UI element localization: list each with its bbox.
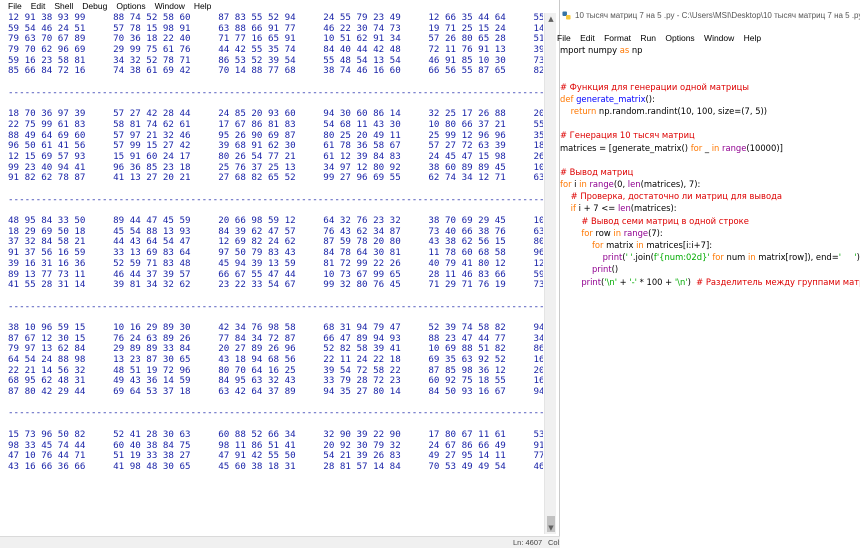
- output-line: 43 16 66 36 66 41 98 48 30 65 45 60 38 1…: [8, 460, 543, 472]
- separator-line: ----------------------------------------…: [8, 193, 543, 205]
- shell-window: File Edit Shell Debug Options Window Help 12 9…: [0, 0, 560, 548]
- shell-menu-window[interactable]: Window: [150, 0, 189, 13]
- separator-line: ----------------------------------------…: [8, 407, 543, 419]
- output-line: 87 80 42 29 44 69 64 53 37 18 63 42 64 3…: [8, 386, 543, 398]
- code-line: def generate_matrix():: [560, 93, 655, 104]
- shell-menu-options[interactable]: Options: [112, 0, 150, 13]
- scroll-up-arrow-icon[interactable]: ▲: [545, 13, 557, 25]
- shell-menu-file[interactable]: File: [0, 0, 26, 13]
- shell-menu-edit[interactable]: Edit: [26, 0, 50, 13]
- shell-menu-help[interactable]: Help: [189, 0, 215, 13]
- editor-title: 10 тысяч матриц 7 на 5 .py - C:\Users\MS…: [575, 11, 860, 20]
- code-line: print(' '.join(f'{num:02d}' for num in m…: [602, 252, 860, 263]
- editor-menubar: File Edit Format Run Options Window Help: [557, 31, 860, 45]
- code-line: # Вывод семи матриц в одной строке: [581, 215, 749, 226]
- shell-menu-debug[interactable]: Debug: [78, 0, 112, 13]
- code-line: print('\n' + '-' * 100 + '\n') # Раздели…: [581, 276, 860, 287]
- editor-menu-edit[interactable]: Edit: [575, 31, 599, 45]
- code-line: if i + 7 <= len(matrices):: [570, 203, 677, 214]
- shell-output[interactable]: 12 91 38 93 99 88 74 52 58 60 87 83 55 5…: [8, 13, 543, 544]
- editor-menu-options[interactable]: Options: [661, 31, 700, 45]
- status-col: Col: 0: [548, 538, 560, 547]
- scroll-down-arrow-icon[interactable]: ▼: [545, 522, 557, 534]
- code-line: # Генерация 10 тысяч матриц: [560, 130, 695, 141]
- editor-menu-window[interactable]: Window: [699, 31, 739, 45]
- editor-menu-format[interactable]: Format: [599, 31, 635, 45]
- shell-scrollbar[interactable]: ▲ ▼: [544, 13, 556, 534]
- output-line: 41 55 28 31 14 39 81 34 32 62 23 22 33 5…: [8, 279, 543, 291]
- shell-menubar: File Edit Shell Debug Options Window Help: [0, 0, 559, 13]
- editor-menu-help[interactable]: Help: [739, 31, 766, 45]
- code-line: mport numpy as np: [560, 45, 643, 55]
- code-line: print(): [591, 264, 619, 275]
- code-line: # Функция для генерации одной матрицы: [560, 81, 749, 92]
- separator-line: ----------------------------------------…: [8, 86, 543, 98]
- code-line: for i in range(0, len(matrices), 7):: [560, 179, 701, 190]
- code-line: for matrix in matrices[i:i+7]:: [591, 240, 713, 250]
- code-line: return np.random.randint(10, 100, size=(…: [570, 105, 768, 116]
- code-line: matrices = [generate_matrix() for _ in r…: [560, 142, 783, 153]
- output-line: 15 73 96 50 82 52 41 28 30 63 60 88 52 6…: [8, 428, 543, 440]
- code-editor[interactable]: mport numpy as np # Функция для генераци…: [560, 44, 860, 544]
- separator-line: ----------------------------------------…: [8, 300, 543, 312]
- code-line: # Проверка, достаточно ли матриц для выв…: [570, 191, 783, 202]
- output-line: 22 75 99 61 83 58 81 74 62 61 17 67 86 8…: [8, 118, 543, 130]
- python-icon: [562, 11, 571, 20]
- status-line: Ln: 4607: [513, 538, 543, 547]
- editor-menu-file[interactable]: File: [557, 31, 575, 45]
- editor-window: 10 тысяч матриц 7 на 5 .py - C:\Users\MS…: [557, 0, 860, 548]
- shell-statusbar: Ln: 4607 Col: 0: [0, 536, 560, 548]
- output-line: 91 82 62 78 87 41 13 27 20 21 27 68 82 6…: [8, 172, 543, 184]
- output-line: 39 16 31 16 36 52 59 71 83 48 45 94 39 1…: [8, 257, 543, 269]
- shell-menu-shell[interactable]: Shell: [50, 0, 78, 13]
- output-line: 85 66 84 72 16 74 38 61 69 42 70 14 88 7…: [8, 65, 543, 77]
- code-line: for row in range(7):: [581, 227, 663, 238]
- editor-titlebar: 10 тысяч матриц 7 на 5 .py - C:\Users\MS…: [560, 0, 860, 31]
- editor-menu-run[interactable]: Run: [636, 31, 661, 45]
- code-line: # Вывод матриц: [560, 166, 634, 177]
